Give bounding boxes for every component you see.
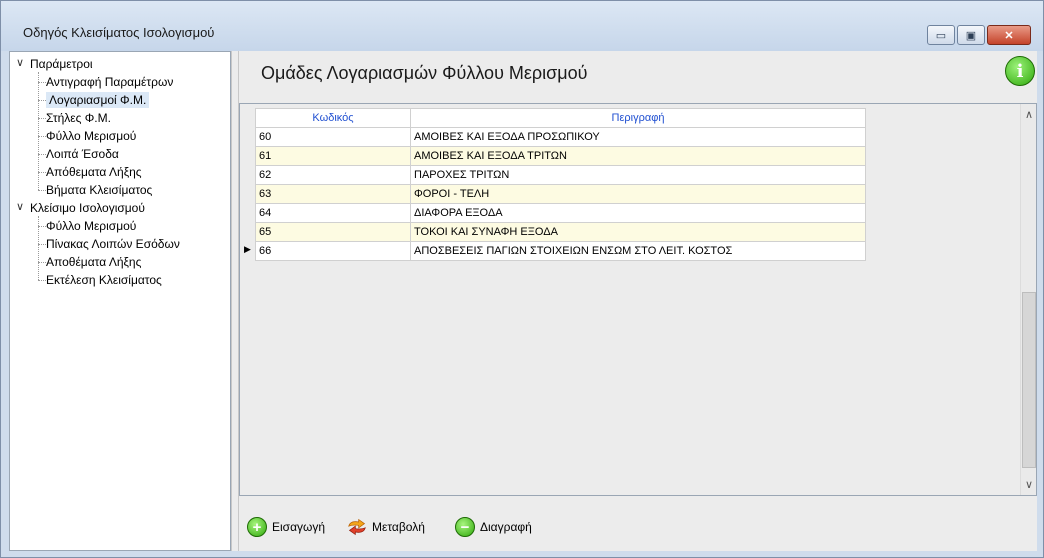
tree-connector: [38, 118, 46, 119]
scroll-down-icon[interactable]: ∨: [1021, 478, 1036, 491]
tree-item[interactable]: Λοιπά Έσοδα: [46, 146, 119, 162]
tree-item[interactable]: Φύλλο Μερισμού: [46, 218, 136, 234]
insert-button[interactable]: + Εισαγωγή: [247, 516, 325, 538]
app-window: Οδηγός Κλεισίματος Ισολογισμού ▭ ▣ ✕ ∨ Πα…: [0, 0, 1044, 558]
close-button[interactable]: ✕: [987, 25, 1031, 45]
tree-connector: [38, 244, 46, 245]
splitter[interactable]: [231, 51, 239, 551]
insert-label: Εισαγωγή: [272, 520, 326, 534]
edit-button[interactable]: Μεταβολή: [347, 516, 425, 538]
info-icon[interactable]: i: [1005, 56, 1035, 86]
maximize-button[interactable]: ▣: [957, 25, 985, 45]
content-panel: Ομάδες Λογαριασμών Φύλλου Μερισμού i Κωδ…: [239, 51, 1037, 551]
vertical-scrollbar[interactable]: ∧ ∨: [1020, 104, 1036, 495]
tree-group-label[interactable]: Παράμετροι: [30, 56, 93, 72]
action-toolbar: + Εισαγωγή Μεταβολή − Διαγραφή: [239, 496, 1037, 551]
cell-code[interactable]: 65: [255, 222, 411, 242]
client-area: ∨ Παράμετροι Αντιγραφή Παραμέτρων Λογαριασμ…: [9, 51, 1037, 551]
tree-connector: [38, 136, 46, 137]
cell-description[interactable]: ΤΟΚΟΙ ΚΑΙ ΣΥΝΑΦΗ ΕΞΟΔΑ: [410, 222, 866, 242]
accounts-table: Κωδικός Περιγραφή 60 ΑΜΟΙΒΕΣ ΚΑΙ ΕΞΟΔΑ ΠΡ…: [255, 108, 866, 261]
tree-item[interactable]: Εκτέλεση Κλεισίματος: [46, 272, 162, 288]
tree-connector: [38, 72, 39, 190]
navigation-tree[interactable]: ∨ Παράμετροι Αντιγραφή Παραμέτρων Λογαριασμ…: [9, 51, 231, 551]
table-row[interactable]: 63 ΦΟΡΟΙ - ΤΕΛΗ: [255, 184, 866, 204]
accounts-grid[interactable]: Κωδικός Περιγραφή 60 ΑΜΟΙΒΕΣ ΚΑΙ ΕΞΟΔΑ ΠΡ…: [239, 103, 1037, 496]
cell-code[interactable]: 66: [255, 241, 411, 261]
tree-connector: [38, 262, 46, 263]
tree-item[interactable]: Απόθεματα Λήξης: [46, 164, 142, 180]
tree-item[interactable]: Φύλλο Μερισμού: [46, 128, 136, 144]
tree-item[interactable]: Βήματα Κλεισίματος: [46, 182, 152, 198]
column-header-description[interactable]: Περιγραφή: [410, 108, 866, 128]
table-row[interactable]: 61 ΑΜΟΙΒΕΣ ΚΑΙ ΕΞΟΔΑ ΤΡΙΤΩΝ: [255, 146, 866, 166]
delete-label: Διαγραφή: [480, 520, 532, 534]
tree-item[interactable]: Λογαριασμοί Φ.Μ.: [46, 92, 150, 108]
cell-description[interactable]: ΑΜΟΙΒΕΣ ΚΑΙ ΕΞΟΔΑ ΤΡΙΤΩΝ: [410, 146, 866, 166]
tree-item[interactable]: Αντιγραφή Παραμέτρων: [46, 74, 173, 90]
window-title: Οδηγός Κλεισίματος Ισολογισμού: [23, 25, 215, 40]
tree-connector: [38, 280, 46, 281]
page-header: Ομάδες Λογαριασμών Φύλλου Μερισμού i: [239, 51, 1037, 103]
column-header-code[interactable]: Κωδικός: [255, 108, 411, 128]
minimize-button[interactable]: ▭: [927, 25, 955, 45]
scroll-up-icon[interactable]: ∧: [1021, 108, 1036, 121]
tree-connector: [38, 216, 39, 280]
edit-label: Μεταβολή: [372, 520, 425, 534]
tree-connector: [38, 100, 46, 101]
cell-description[interactable]: ΦΟΡΟΙ - ΤΕΛΗ: [410, 184, 866, 204]
tree-item[interactable]: Αποθέματα Λήξης: [46, 254, 141, 270]
cell-description[interactable]: ΑΜΟΙΒΕΣ ΚΑΙ ΕΞΟΔΑ ΠΡΟΣΩΠΙΚΟΥ: [410, 127, 866, 147]
tree-group-label[interactable]: Κλείσιμο Ισολογισμού: [30, 200, 145, 216]
tree-item[interactable]: Πίνακας Λοιπών Εσόδων: [46, 236, 180, 252]
cell-code[interactable]: 61: [255, 146, 411, 166]
table-row[interactable]: 64 ΔΙΑΦΟΡΑ ΕΞΟΔΑ: [255, 203, 866, 223]
tree-connector: [38, 154, 46, 155]
swap-arrows-icon: [347, 517, 367, 537]
tree-expand-icon[interactable]: ∨: [14, 56, 26, 69]
tree-connector: [38, 172, 46, 173]
cell-code[interactable]: 64: [255, 203, 411, 223]
row-indicator-column: [240, 104, 255, 495]
cell-code[interactable]: 60: [255, 127, 411, 147]
cell-description[interactable]: ΠΑΡΟΧΕΣ ΤΡΙΤΩΝ: [410, 165, 866, 185]
plus-icon: +: [247, 517, 267, 537]
cell-description[interactable]: ΑΠΟΣΒΕΣΕΙΣ ΠΑΓΙΩΝ ΣΤΟΙΧΕΙΩΝ ΕΝΣΩΜ ΣΤΟ ΛΕ…: [410, 241, 866, 261]
tree-connector: [38, 82, 46, 83]
scrollbar-thumb[interactable]: [1022, 292, 1036, 468]
table-row[interactable]: 62 ΠΑΡΟΧΕΣ ΤΡΙΤΩΝ: [255, 165, 866, 185]
page-title: Ομάδες Λογαριασμών Φύλλου Μερισμού: [261, 63, 588, 83]
title-bar[interactable]: Οδηγός Κλεισίματος Ισολογισμού ▭ ▣ ✕: [1, 1, 1043, 51]
table-row[interactable]: 65 ΤΟΚΟΙ ΚΑΙ ΣΥΝΑΦΗ ΕΞΟΔΑ: [255, 222, 866, 242]
tree-item[interactable]: Στήλες Φ.Μ.: [46, 110, 111, 126]
current-row-pointer-icon: ▶: [244, 244, 251, 254]
cell-code[interactable]: 63: [255, 184, 411, 204]
cell-code[interactable]: 62: [255, 165, 411, 185]
tree-expand-icon[interactable]: ∨: [14, 200, 26, 213]
table-row[interactable]: 60 ΑΜΟΙΒΕΣ ΚΑΙ ΕΞΟΔΑ ΠΡΟΣΩΠΙΚΟΥ: [255, 127, 866, 147]
tree-connector: [38, 190, 46, 191]
delete-button[interactable]: − Διαγραφή: [455, 516, 532, 538]
tree-connector: [38, 226, 46, 227]
minus-icon: −: [455, 517, 475, 537]
cell-description[interactable]: ΔΙΑΦΟΡΑ ΕΞΟΔΑ: [410, 203, 866, 223]
table-row[interactable]: 66 ΑΠΟΣΒΕΣΕΙΣ ΠΑΓΙΩΝ ΣΤΟΙΧΕΙΩΝ ΕΝΣΩΜ ΣΤΟ …: [255, 241, 866, 261]
